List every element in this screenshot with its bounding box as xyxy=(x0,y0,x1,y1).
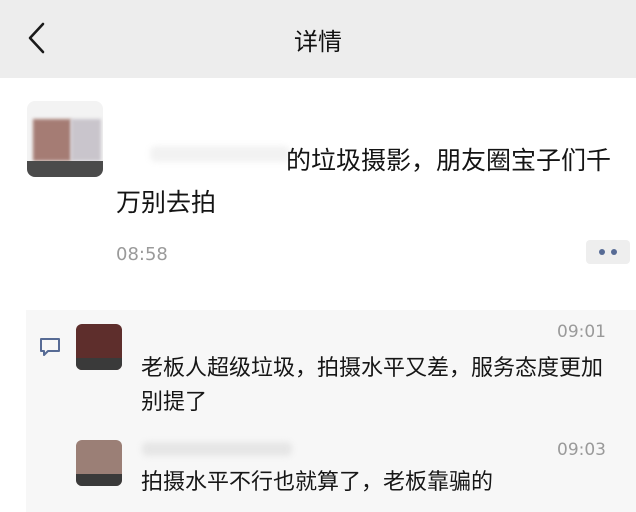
comment-time: 09:03 xyxy=(557,440,606,460)
comment-time: 09:01 xyxy=(557,322,606,342)
commenter-avatar[interactable] xyxy=(76,324,122,370)
commenter-avatar[interactable] xyxy=(76,440,122,486)
more-dots-icon xyxy=(599,249,605,255)
header-bar: 详情 xyxy=(0,0,636,78)
comments-section: 09:01 老板人超级垃圾，拍摄水平又差，服务态度更加别提了 09:03 拍摄水… xyxy=(26,310,636,512)
post-time: 08:58 xyxy=(116,244,168,265)
detail-page: 详情 的垃圾摄影，朋友圈宝子们千万别去拍 08:58 09:01 老板人超级垃圾… xyxy=(0,0,636,512)
post-text: 的垃圾摄影，朋友圈宝子们千万别去拍 xyxy=(116,146,612,217)
post-author-avatar[interactable] xyxy=(27,101,103,177)
page-title: 详情 xyxy=(294,28,342,56)
comment-icon xyxy=(40,338,60,356)
more-actions-button[interactable] xyxy=(586,240,630,264)
comment-text: 老板人超级垃圾，拍摄水平又差，服务态度更加别提了 xyxy=(141,356,604,415)
blurred-commenter-name xyxy=(142,442,292,456)
comment-text: 拍摄水平不行也就算了，老板靠骗的 xyxy=(141,470,494,495)
